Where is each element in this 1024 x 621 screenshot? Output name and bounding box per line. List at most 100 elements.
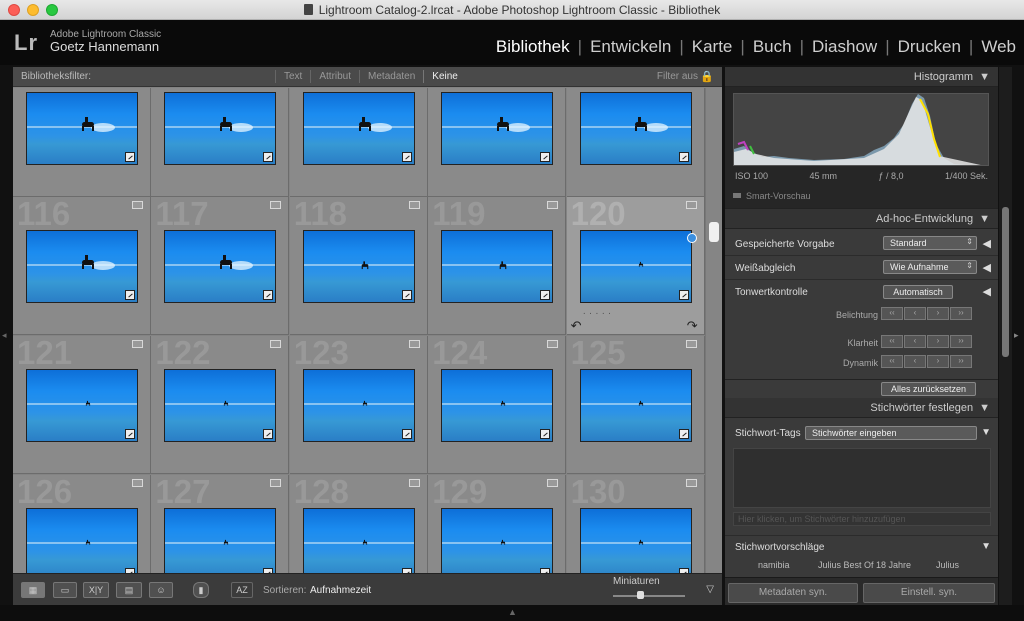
develop-adjusted-badge-icon[interactable] [540,152,551,162]
exposure-plus[interactable]: › [927,307,949,320]
photo-thumbnail[interactable] [302,230,415,303]
reset-all-button[interactable]: Alles zurücksetzen [881,382,976,396]
loupe-view-icon[interactable]: ▭ [53,582,77,598]
pick-flag-icon[interactable] [685,479,697,487]
clarity-plus-large[interactable]: ›› [950,335,972,348]
thumbnail-cell[interactable]: 121 [13,334,151,474]
photo-thumbnail[interactable] [26,369,138,442]
thumbnail-cell[interactable] [566,88,705,197]
people-view-icon[interactable]: ☺ [149,582,173,598]
photo-thumbnail[interactable] [26,230,138,303]
clarity-minus-large[interactable]: ‹‹ [881,335,903,348]
scrollbar-thumb[interactable] [709,222,719,242]
keyword-suggestion[interactable]: Julius Best Of 18 Jahre [818,560,911,570]
photo-thumbnail[interactable] [302,369,415,442]
vibrance-plus-large[interactable]: ›› [950,355,972,368]
disclosure-triangle-icon[interactable]: ◀ [983,237,991,250]
filter-tab-metadata[interactable]: Metadaten [359,70,423,83]
histogram-header[interactable]: Histogramm ▼ [725,67,998,87]
pick-flag-icon[interactable] [547,479,559,487]
thumbnail-cell[interactable]: 117 [151,195,290,335]
lock-icon[interactable]: 🔒 [700,70,714,83]
develop-adjusted-badge-icon[interactable] [401,429,412,439]
thumbnail-cell[interactable]: 124 [428,334,567,474]
pick-flag-icon[interactable] [685,201,697,209]
thumbnail-cell[interactable] [428,88,567,197]
pick-flag-icon[interactable] [547,201,559,209]
sync-metadata-button[interactable]: Metadaten syn. [728,583,858,603]
keywording-header[interactable]: Stichwörter festlegen ▼ [725,398,998,418]
thumbnail-size-slider[interactable] [613,591,685,599]
pick-flag-icon[interactable] [270,201,282,209]
photo-thumbnail[interactable] [302,92,415,165]
develop-adjusted-badge-icon[interactable] [125,152,135,162]
pick-flag-icon[interactable] [132,340,143,348]
clarity-plus[interactable]: › [927,335,949,348]
photo-thumbnail[interactable] [164,369,277,442]
compare-view-icon[interactable]: X|Y [83,582,109,598]
slider-knob[interactable] [637,591,645,599]
filmstrip-toggle-icon[interactable]: ▲ [508,607,517,617]
module-karte[interactable]: Karte [692,37,733,57]
module-drucken[interactable]: Drucken [898,37,961,57]
saved-preset-select[interactable]: Standard [883,236,977,250]
photo-thumbnail[interactable] [26,508,138,573]
thumbnail-cell[interactable] [13,88,151,197]
rotate-left-icon[interactable]: ↶ [571,318,582,334]
photo-thumbnail[interactable] [441,92,554,165]
disclosure-triangle-icon[interactable]: ◀ [983,285,991,298]
thumbnail-cell[interactable]: 129 [428,473,567,573]
thumbnail-cell[interactable]: 116 [13,195,151,335]
exposure-plus-large[interactable]: ›› [950,307,972,320]
sort-direction-icon[interactable]: AZ [231,582,253,598]
photo-thumbnail[interactable] [441,369,554,442]
keyword-suggestion[interactable]: namibia [758,560,790,570]
disclosure-triangle-icon[interactable]: ◀ [983,261,991,274]
quick-collection-circle-icon[interactable] [686,233,697,243]
develop-adjusted-badge-icon[interactable] [401,290,412,300]
develop-adjusted-badge-icon[interactable] [263,429,274,439]
pick-flag-icon[interactable] [547,340,559,348]
pick-flag-icon[interactable] [408,340,420,348]
thumbnail-cell[interactable]: 130 [566,473,705,573]
collapse-triangle-icon[interactable]: ▼ [981,427,991,438]
keyword-input[interactable]: Hier klicken, um Stichwörter hinzuzufüge… [733,512,991,526]
exposure-minus-large[interactable]: ‹‹ [881,307,903,320]
photo-thumbnail[interactable] [441,230,554,303]
photo-thumbnail[interactable] [302,508,415,573]
develop-adjusted-badge-icon[interactable] [678,152,689,162]
module-bibliothek[interactable]: Bibliothek [496,37,570,57]
grid-scrollbar[interactable] [705,88,722,573]
develop-adjusted-badge-icon[interactable] [540,429,551,439]
filter-tab-none[interactable]: Keine [423,70,466,83]
photo-thumbnail[interactable] [164,230,277,303]
thumbnail-cell[interactable] [151,88,290,197]
keyword-suggestion[interactable]: Julius [936,560,959,570]
pick-flag-icon[interactable] [132,201,143,209]
pick-flag-icon[interactable] [408,479,420,487]
pick-flag-icon[interactable] [685,340,697,348]
thumbnail-cell[interactable]: 122 [151,334,290,474]
develop-adjusted-badge-icon[interactable] [678,290,689,300]
spray-can-icon[interactable]: ▮ [193,582,209,598]
photo-thumbnail[interactable] [579,508,692,573]
develop-adjusted-badge-icon[interactable] [540,290,551,300]
right-panel-toggle-icon[interactable]: ▸ [1014,330,1019,341]
module-diashow[interactable]: Diashow [812,37,877,57]
photo-thumbnail[interactable] [26,92,138,165]
left-panel-toggle-icon[interactable]: ◂ [2,330,7,341]
rating-stars-placeholder[interactable]: ····· [583,308,615,319]
collapse-triangle-icon[interactable]: ▼ [981,541,991,552]
thumbnail-cell[interactable]: 123 [289,334,428,474]
vibrance-minus[interactable]: ‹ [904,355,926,368]
thumbnail-cell[interactable]: 125 [566,334,705,474]
survey-view-icon[interactable]: ▤ [116,582,142,598]
filter-tab-attribute[interactable]: Attribut [310,70,359,83]
right-scrollbar-thumb[interactable] [1002,207,1009,357]
sort-select[interactable]: Aufnahmezeit [310,585,371,596]
develop-adjusted-badge-icon[interactable] [401,152,412,162]
auto-tone-button[interactable]: Automatisch [883,285,953,299]
pick-flag-icon[interactable] [270,479,282,487]
clarity-minus[interactable]: ‹ [904,335,926,348]
module-buch[interactable]: Buch [753,37,792,57]
